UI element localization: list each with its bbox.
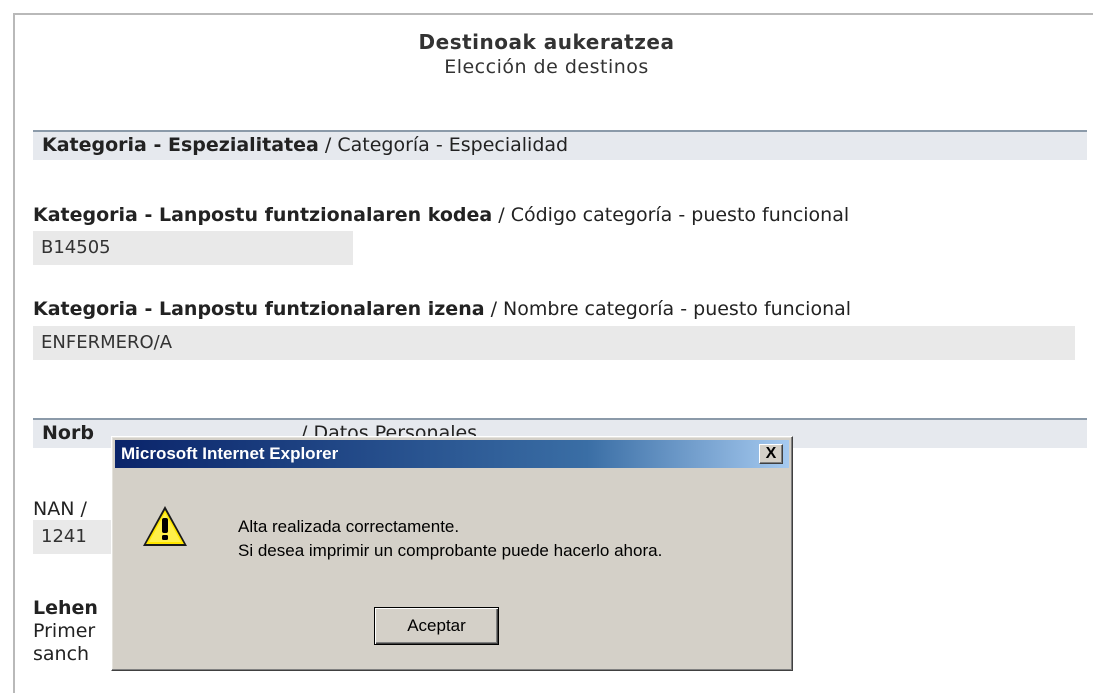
section-category: Kategoria - Espezialitatea / Categoría -… <box>33 130 1087 160</box>
field-lehen-label: Lehen <box>33 597 98 619</box>
ok-button[interactable]: Aceptar <box>374 607 499 645</box>
field-code-value: B14505 <box>33 231 353 265</box>
field-lehen-line3: sanch <box>33 643 90 665</box>
section-category-label-es: / Categoría - Especialidad <box>318 134 569 156</box>
field-nan-label: NAN / <box>33 498 87 520</box>
field-name-label-eu: Kategoria - Lanpostu funtzionalaren izen… <box>33 298 485 320</box>
dialog-titlebar[interactable]: Microsoft Internet Explorer X <box>115 440 789 468</box>
dialog-message-line2: Si desea imprimir un comprobante puede h… <box>238 541 663 560</box>
field-code-label-es: / Código categoría - puesto funcional <box>492 204 850 226</box>
dialog-message-line1: Alta realizada correctamente. <box>238 517 460 536</box>
field-lehen-line2: Primer <box>33 620 96 642</box>
section-category-label-eu: Kategoria - Espezialitatea <box>42 134 319 156</box>
field-nan-value: 1241 <box>33 520 123 554</box>
page-title: Destinoak aukeratzea Elección de destino… <box>0 30 1093 78</box>
page-title-basque: Destinoak aukeratzea <box>418 30 675 54</box>
close-button[interactable]: X <box>759 444 783 464</box>
field-name-label-es: / Nombre categoría - puesto funcional <box>484 298 852 320</box>
field-code-label: Kategoria - Lanpostu funtzionalaren kode… <box>33 204 849 226</box>
page-title-spanish: Elección de destinos <box>444 56 649 78</box>
dialog-title: Microsoft Internet Explorer <box>121 444 339 463</box>
warning-icon <box>143 506 187 546</box>
field-name-value: ENFERMERO/A <box>33 326 1075 360</box>
close-icon: X <box>765 445 777 462</box>
field-code-label-eu: Kategoria - Lanpostu funtzionalaren kode… <box>33 204 493 226</box>
field-name-label: Kategoria - Lanpostu funtzionalaren izen… <box>33 298 851 320</box>
alert-dialog: Microsoft Internet Explorer X Alta reali… <box>111 436 793 671</box>
section-personal-label-eu: Norb <box>42 422 94 444</box>
